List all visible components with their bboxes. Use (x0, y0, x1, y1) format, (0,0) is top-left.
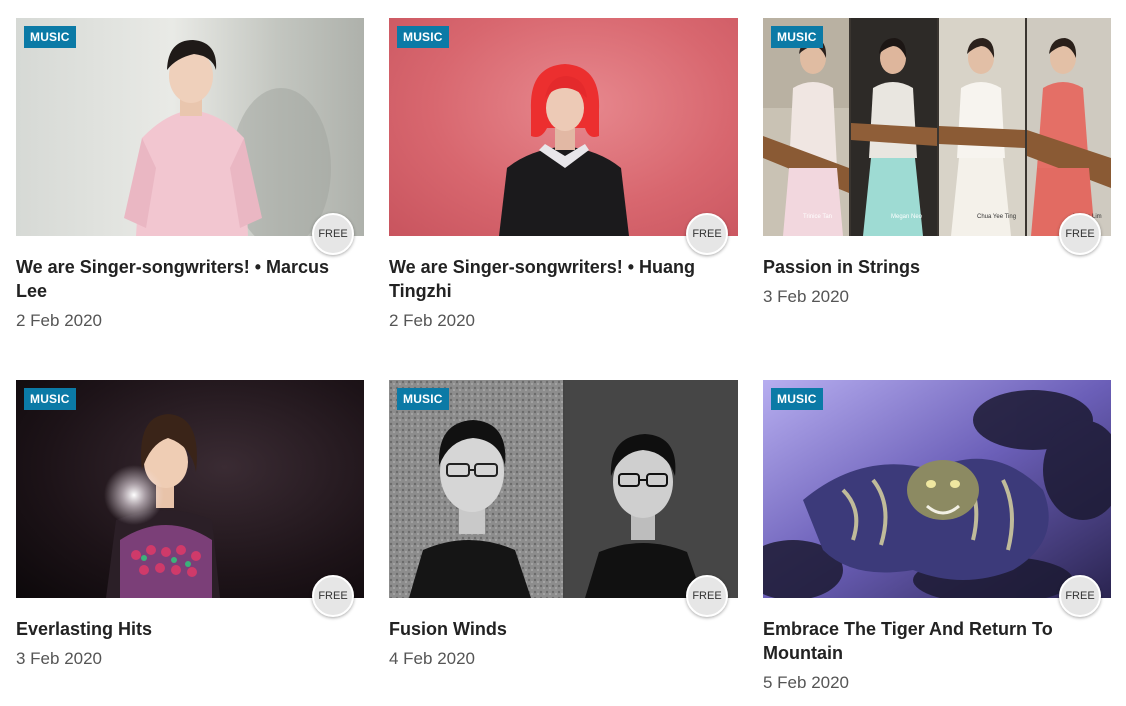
category-tag: MUSIC (397, 26, 449, 48)
event-card[interactable]: MUSIC FREE Everlasting Hits 3 Feb 2020 (16, 380, 364, 706)
event-thumbnail[interactable]: MUSIC FREE (16, 380, 364, 617)
free-badge: FREE (686, 213, 728, 255)
event-image (16, 18, 364, 236)
event-card[interactable]: MUSIC FREE We are Singer-songwriters! • … (16, 18, 364, 380)
event-date: 3 Feb 2020 (763, 287, 850, 306)
event-image (16, 380, 364, 598)
caption-text: Trinice Tan (803, 214, 832, 220)
event-thumbnail[interactable]: MUSIC FREE (389, 18, 738, 255)
caption-text: Chua Yee Ting (977, 214, 1016, 220)
free-badge: FREE (312, 213, 354, 255)
category-tag: MUSIC (24, 388, 76, 410)
event-card[interactable]: MUSIC FREE We are Singer-songwriters! • … (389, 18, 738, 380)
event-title[interactable]: We are Singer-songwriters! • Marcus Lee (16, 255, 364, 303)
event-card[interactable]: MUSIC FREE Fusion Winds 4 Feb 2020 (389, 380, 738, 706)
event-thumbnail[interactable]: Trinice Tan Megan Neo Chua Yee Ting Kenn… (763, 18, 1111, 255)
event-title[interactable]: We are Singer-songwriters! • Huang Tingz… (389, 255, 738, 303)
event-thumbnail[interactable]: MUSIC FREE (16, 18, 364, 255)
event-title[interactable]: Everlasting Hits (16, 617, 364, 641)
event-thumbnail[interactable]: MUSIC FREE (763, 380, 1111, 617)
event-grid: MUSIC FREE We are Singer-songwriters! • … (16, 18, 1111, 706)
event-card[interactable]: Trinice Tan Megan Neo Chua Yee Ting Kenn… (763, 18, 1111, 380)
free-badge: FREE (1059, 575, 1101, 617)
event-title[interactable]: Fusion Winds (389, 617, 738, 641)
category-tag: MUSIC (24, 26, 76, 48)
category-tag: MUSIC (771, 388, 823, 410)
event-date: 2 Feb 2020 (389, 311, 476, 330)
event-image: Trinice Tan Megan Neo Chua Yee Ting Kenn… (763, 18, 1111, 236)
caption-text: Megan Neo (891, 214, 923, 220)
event-image (763, 380, 1111, 598)
event-title[interactable]: Passion in Strings (763, 255, 1111, 279)
event-date: 3 Feb 2020 (16, 649, 103, 668)
event-image (389, 380, 738, 598)
event-thumbnail[interactable]: MUSIC FREE (389, 380, 738, 617)
free-badge: FREE (686, 575, 728, 617)
free-badge: FREE (1059, 213, 1101, 255)
free-badge: FREE (312, 575, 354, 617)
event-image (389, 18, 738, 236)
event-card[interactable]: MUSIC FREE Embrace The Tiger And Return … (763, 380, 1111, 706)
category-tag: MUSIC (771, 26, 823, 48)
event-date: 2 Feb 2020 (16, 311, 103, 330)
category-tag: MUSIC (397, 388, 449, 410)
event-title[interactable]: Embrace The Tiger And Return To Mountain (763, 617, 1111, 665)
event-date: 4 Feb 2020 (389, 649, 476, 668)
event-date: 5 Feb 2020 (763, 673, 850, 692)
